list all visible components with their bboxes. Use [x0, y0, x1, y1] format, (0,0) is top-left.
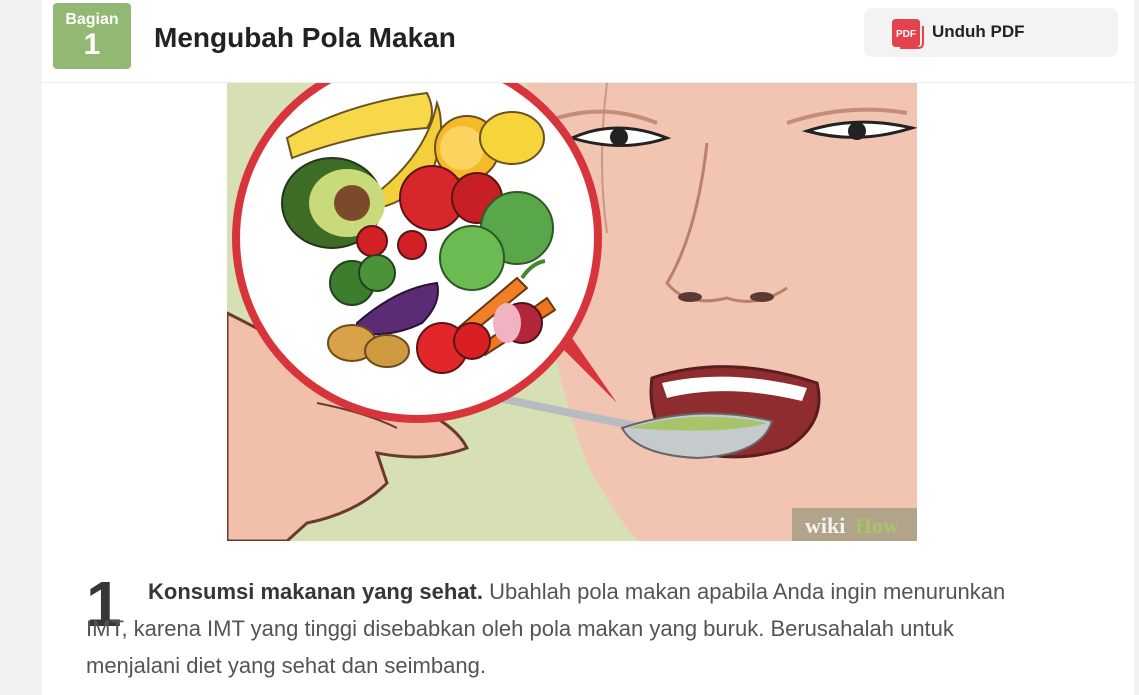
section-badge: Bagian 1: [53, 3, 131, 69]
section-header: Bagian 1 Mengubah Pola Makan PDF Unduh P…: [42, 0, 1134, 83]
section-badge-number: 1: [83, 28, 101, 61]
healthy-food-illustration: wiki How: [227, 83, 917, 541]
download-pdf-label: Unduh PDF: [932, 22, 1025, 41]
download-pdf-button[interactable]: PDF Unduh PDF: [864, 8, 1118, 57]
section-badge-label: Bagian: [65, 11, 119, 28]
step-lead: Konsumsi makanan yang sehat.: [148, 579, 483, 604]
wikihow-watermark-b: How: [855, 513, 899, 538]
article-page: Bagian 1 Mengubah Pola Makan PDF Unduh P…: [42, 0, 1134, 695]
pdf-file-icon: PDF: [892, 19, 924, 49]
pdf-icon-text: PDF: [896, 29, 916, 40]
step-text: Konsumsi makanan yang sehat. Ubahlah pol…: [86, 573, 1046, 684]
section-title: Mengubah Pola Makan: [154, 22, 456, 53]
wikihow-watermark-a: wiki: [805, 513, 845, 538]
